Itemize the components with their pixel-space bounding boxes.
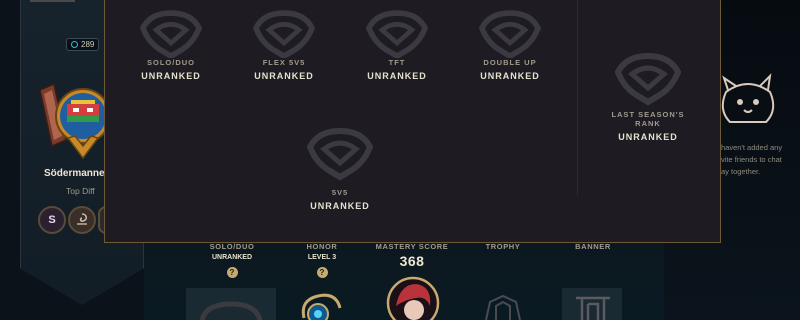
unranked-crest-icon — [365, 10, 429, 58]
rank-flex-5v5[interactable]: FLEX 5V5 UNRANKED — [234, 0, 334, 81]
trophy-icon — [485, 294, 521, 320]
stat-honor[interactable]: HONOR LEVEL 3 ? — [272, 242, 372, 278]
banner-icon — [576, 296, 610, 320]
honor-crest-icon — [301, 293, 342, 320]
stat-sub: UNRANKED — [211, 254, 253, 261]
wallet-amount: 289 — [81, 40, 95, 49]
queue-name: DOUBLE UP — [483, 58, 537, 67]
stat-label: HONOR — [306, 242, 338, 251]
stat-label: BANNER — [575, 242, 611, 251]
queue-rank: UNRANKED — [254, 71, 314, 81]
stat-banner[interactable]: BANNER — [543, 242, 643, 251]
summoner-title[interactable]: Top Diff — [66, 186, 95, 196]
stat-label: TROPHY — [485, 242, 521, 251]
summoner-name: Södermanner — [44, 168, 109, 179]
queue-rank: UNRANKED — [310, 201, 370, 211]
unranked-crest-icon — [199, 301, 263, 320]
rank-double-up[interactable]: DOUBLE UP UNRANKED — [460, 0, 560, 81]
queue-name: FLEX 5V5 — [262, 58, 306, 67]
stat-solo-duo[interactable]: SOLO/DUO UNRANKED ? — [182, 242, 282, 278]
queue-name: SOLO/DUO — [146, 58, 195, 67]
rank-tft[interactable]: TFT UNRANKED — [347, 0, 447, 81]
queue-rank: UNRANKED — [141, 71, 201, 81]
friends-empty-message: haven't added any vite friends to chat a… — [721, 142, 800, 178]
unranked-crest-icon — [306, 127, 374, 181]
stat-label: MASTERY SCORE — [375, 242, 449, 251]
unranked-crest-icon — [252, 10, 316, 58]
stat-mastery-score[interactable]: MASTERY SCORE 368 — [362, 242, 462, 269]
unranked-crest-icon — [478, 10, 542, 58]
unranked-crest-icon — [139, 10, 203, 58]
season-emblem-icon[interactable]: S — [38, 206, 66, 234]
rank-5v5[interactable]: 5V5 UNRANKED — [290, 124, 390, 211]
queue-rank: UNRANKED — [480, 71, 540, 81]
modal-divider — [577, 0, 578, 195]
swirl-icon — [77, 213, 88, 225]
poro-icon — [721, 73, 775, 123]
mastery-score-value: 368 — [399, 253, 425, 269]
queue-rank: UNRANKED — [618, 132, 678, 142]
help-icon[interactable]: ? — [226, 267, 238, 278]
queue-name: 5V5 — [331, 188, 349, 197]
stat-trophy[interactable]: TROPHY — [453, 242, 553, 251]
queue-name: LAST SEASON'S RANK — [611, 110, 685, 128]
stat-label: SOLO/DUO — [209, 242, 255, 251]
queue-rank: UNRANKED — [367, 71, 427, 81]
rank-last-season[interactable]: LAST SEASON'S RANK UNRANKED — [598, 50, 698, 142]
rank-solo-duo[interactable]: SOLO/DUO UNRANKED — [121, 0, 221, 81]
queue-name: TFT — [388, 58, 406, 67]
unranked-crest-icon — [614, 52, 682, 106]
friends-empty-line: vite friends to chat — [721, 155, 782, 164]
help-icon[interactable]: ? — [316, 267, 328, 278]
blue-essence-icon — [71, 41, 78, 48]
mastery-emblem-icon[interactable] — [68, 206, 96, 234]
emblem-label: S — [48, 214, 56, 226]
currency-wallet[interactable]: 289 — [66, 38, 100, 51]
friends-empty-line: ay together. — [721, 167, 761, 176]
mastery-champion-icon[interactable] — [386, 276, 440, 320]
stat-sub: LEVEL 3 — [307, 254, 337, 261]
banner-top-edge — [30, 0, 75, 2]
friends-empty-line: haven't added any — [721, 143, 783, 152]
